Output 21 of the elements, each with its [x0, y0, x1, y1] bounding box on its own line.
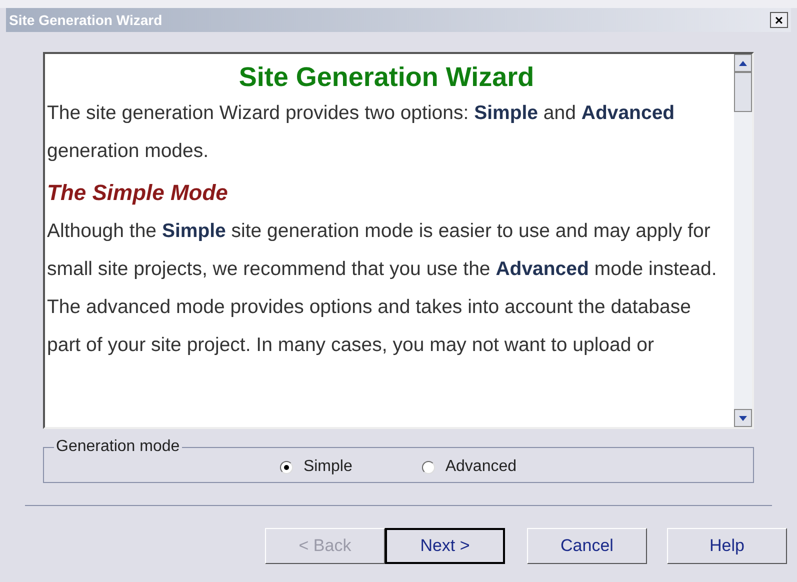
scroll-up-button[interactable]	[734, 54, 752, 72]
radio-button[interactable]	[422, 460, 436, 474]
paragraph: The site generation Wizard provides two options: Simple and Advanced generation modes.	[47, 101, 676, 164]
section-heading: The Simple Mode	[47, 179, 229, 207]
scroll-thumb[interactable]	[734, 72, 752, 112]
up-arrow-icon	[739, 60, 747, 66]
wizard-button[interactable]: Next >	[385, 528, 505, 564]
radio-option[interactable]: Simple	[280, 455, 352, 479]
wizard-button[interactable]: Help	[667, 528, 787, 564]
down-arrow-icon	[739, 416, 747, 420]
group-label: Generation mode	[55, 437, 181, 457]
window-title: Site Generation Wizard	[9, 10, 162, 30]
content-heading: Site Generation Wizard	[238, 61, 536, 94]
scrollbar[interactable]	[734, 54, 752, 427]
close-button[interactable]: ×	[770, 12, 788, 28]
scroll-down-button[interactable]	[734, 409, 752, 427]
wizard-button[interactable]: Cancel	[527, 528, 647, 564]
radio-button[interactable]	[280, 460, 294, 474]
paragraph: Although the Simple site generation mode is easier to use and may apply for small site projects, we recommend that you use the Advanced mode instead.	[47, 219, 718, 282]
paragraph: The advanced mode provides options and takes into account the database part of your site project. In many cases, you may not want to upload or	[47, 295, 692, 358]
radio-option[interactable]: Advanced	[422, 455, 517, 479]
